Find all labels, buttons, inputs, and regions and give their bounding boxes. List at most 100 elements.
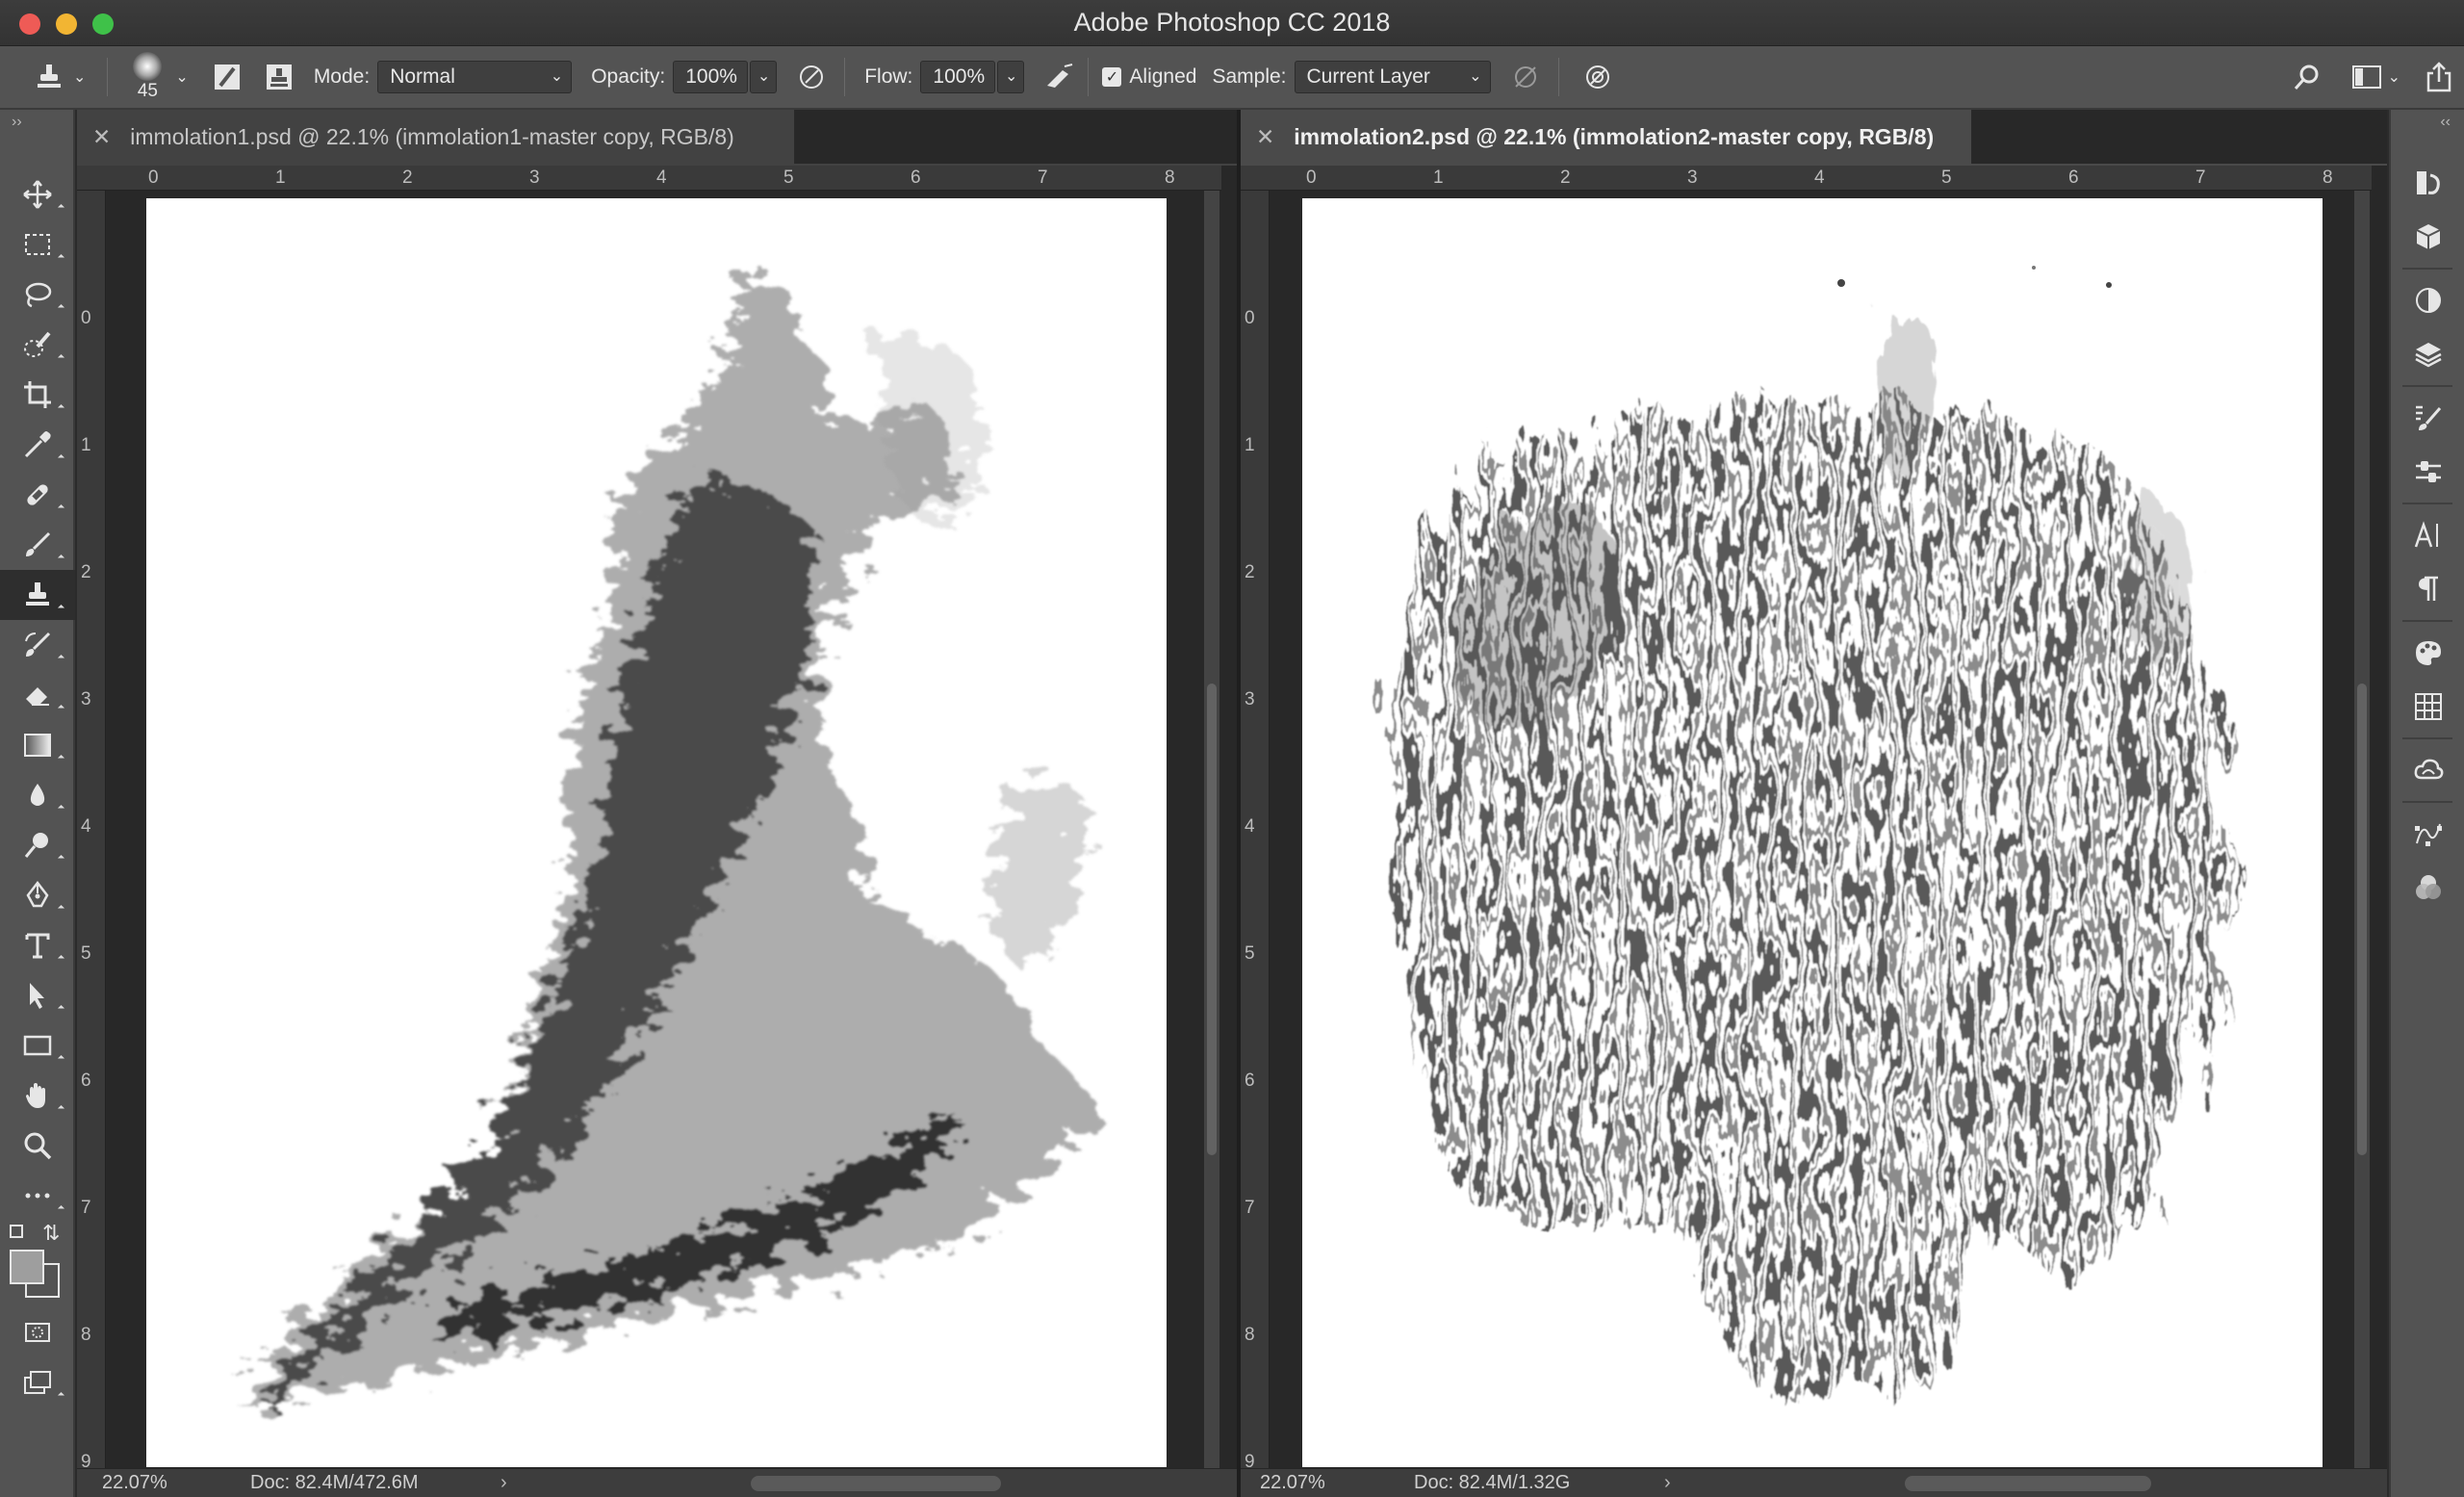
type-tool[interactable] bbox=[0, 920, 75, 970]
paths-panel-button[interactable] bbox=[2391, 807, 2464, 861]
tools-panel: ›› ⇅ bbox=[0, 110, 75, 1497]
more-tools[interactable] bbox=[0, 1171, 75, 1221]
pen-tool[interactable] bbox=[0, 870, 75, 920]
history-brush-tool[interactable] bbox=[0, 620, 75, 670]
brush-panel-toggle[interactable] bbox=[208, 58, 246, 96]
workspace-switcher[interactable] bbox=[2348, 58, 2386, 96]
horizontal-scrollbar-thumb[interactable] bbox=[1905, 1476, 2151, 1491]
ruler-label: 2 bbox=[81, 562, 91, 582]
default-colors-icon[interactable] bbox=[10, 1225, 23, 1238]
vertical-scrollbar[interactable] bbox=[2354, 191, 2370, 1468]
hand-tool[interactable] bbox=[0, 1071, 75, 1121]
brush-panel-icon bbox=[214, 65, 240, 90]
zoom-window-button[interactable] bbox=[92, 13, 114, 35]
swatches-panel-button[interactable] bbox=[2391, 626, 2464, 680]
document-tab-2[interactable]: ✕ immolation2.psd @ 22.1% (immolation2-m… bbox=[1241, 110, 1972, 164]
paragraph-panel-button[interactable] bbox=[2391, 562, 2464, 616]
tool-preset-picker[interactable]: ⌄ bbox=[33, 61, 86, 93]
bandage-icon bbox=[27, 484, 48, 505]
close-tab-icon[interactable]: ✕ bbox=[92, 124, 111, 150]
brush-tool[interactable] bbox=[0, 520, 75, 570]
blur-tool[interactable] bbox=[0, 770, 75, 820]
pressure-opacity-button[interactable] bbox=[792, 58, 831, 96]
pasteboard-left bbox=[1270, 191, 1302, 1468]
adjustments-panel-button[interactable] bbox=[2391, 273, 2464, 327]
libraries-panel-button[interactable] bbox=[2391, 743, 2464, 797]
patterns-panel-button[interactable] bbox=[2391, 680, 2464, 734]
submenu-indicator bbox=[57, 503, 65, 512]
collapse-toolbox-icon[interactable]: ›› bbox=[0, 110, 73, 137]
aligned-checkbox[interactable]: ✓ Aligned bbox=[1102, 65, 1196, 89]
opacity-slider-toggle[interactable]: ⌄ bbox=[750, 61, 778, 93]
ruler-label: 7 bbox=[2195, 168, 2206, 188]
share-button[interactable] bbox=[2420, 58, 2458, 96]
swatches-icon bbox=[2416, 641, 2441, 665]
flow-slider-toggle[interactable]: ⌄ bbox=[997, 61, 1025, 93]
scrollbar-thumb[interactable] bbox=[1207, 684, 1217, 1155]
collapse-dock-icon[interactable]: ‹‹ bbox=[2391, 110, 2464, 137]
airbrush-button[interactable] bbox=[1040, 58, 1078, 96]
opacity-input[interactable]: 100% bbox=[673, 61, 749, 93]
ignore-adjustment-layers-button[interactable] bbox=[1506, 58, 1545, 96]
quick-select-tool[interactable] bbox=[0, 320, 75, 370]
divider bbox=[2402, 503, 2452, 504]
marquee-tool[interactable] bbox=[0, 219, 75, 270]
flow-input[interactable]: 100% bbox=[920, 61, 996, 93]
minimize-window-button[interactable] bbox=[56, 13, 77, 35]
eraser-tool[interactable] bbox=[0, 670, 75, 720]
quick-mask-button[interactable] bbox=[0, 1307, 75, 1357]
document-tab-label: immolation2.psd @ 22.1% (immolation2-mas… bbox=[1294, 123, 1935, 149]
clone-source-toggle[interactable] bbox=[260, 58, 298, 96]
ruler-label: 2 bbox=[402, 168, 413, 188]
chevron-down-icon[interactable]: ⌄ bbox=[175, 67, 188, 87]
move-tool[interactable] bbox=[0, 169, 75, 219]
swap-colors-icon[interactable]: ⇅ bbox=[42, 1221, 60, 1246]
gradient-tool[interactable] bbox=[0, 720, 75, 770]
submenu-indicator bbox=[57, 804, 65, 813]
close-tab-icon[interactable]: ✕ bbox=[1256, 124, 1274, 150]
divider bbox=[2402, 620, 2452, 622]
document-canvas-2[interactable] bbox=[1302, 198, 2323, 1467]
path-select-tool[interactable] bbox=[0, 970, 75, 1020]
character-panel-button[interactable] bbox=[2391, 508, 2464, 562]
submenu-indicator bbox=[57, 203, 65, 212]
chevron-right-icon[interactable]: › bbox=[1664, 1472, 1671, 1494]
scrollbar-thumb[interactable] bbox=[2357, 684, 2367, 1155]
clone-stamp-tool[interactable] bbox=[0, 570, 75, 620]
dodge-tool[interactable] bbox=[0, 820, 75, 870]
channels-panel-button[interactable] bbox=[2391, 861, 2464, 915]
document-tab-1[interactable]: ✕ immolation1.psd @ 22.1% (immolation1-m… bbox=[77, 110, 795, 164]
sample-dropdown[interactable]: Current Layer ⌄ bbox=[1294, 61, 1491, 93]
history-panel-button[interactable] bbox=[2391, 156, 2464, 210]
chevron-right-icon[interactable]: › bbox=[500, 1472, 507, 1494]
brush-settings-panel-button[interactable] bbox=[2391, 391, 2464, 445]
vertical-scrollbar[interactable] bbox=[1204, 191, 1219, 1468]
submenu-indicator bbox=[57, 403, 65, 412]
zoom-level[interactable]: 22.07% bbox=[77, 1472, 173, 1494]
workspace-icon bbox=[2351, 65, 2381, 89]
3d-panel-button[interactable] bbox=[2391, 210, 2464, 264]
zoom-level[interactable]: 22.07% bbox=[1241, 1472, 1337, 1494]
eraser-icon bbox=[26, 687, 49, 706]
pressure-size-button[interactable] bbox=[1578, 58, 1617, 96]
lasso-tool[interactable] bbox=[0, 270, 75, 320]
shape-tool[interactable] bbox=[0, 1020, 75, 1071]
ruler-label: 3 bbox=[81, 689, 91, 710]
zoom-tool[interactable] bbox=[0, 1121, 75, 1171]
close-window-button[interactable] bbox=[19, 13, 40, 35]
foreground-color-swatch[interactable] bbox=[10, 1250, 44, 1284]
submenu-indicator bbox=[57, 754, 65, 762]
document-canvas-1[interactable] bbox=[146, 198, 1167, 1467]
layers-panel-button[interactable] bbox=[2391, 327, 2464, 381]
crop-tool[interactable] bbox=[0, 370, 75, 420]
search-button[interactable] bbox=[2288, 58, 2326, 96]
horizontal-scrollbar-thumb[interactable] bbox=[751, 1476, 1001, 1491]
brush-size-picker[interactable]: 45 bbox=[133, 52, 163, 102]
eyedropper-tool[interactable] bbox=[0, 420, 75, 470]
brush-presets-panel-button[interactable] bbox=[2391, 445, 2464, 499]
screen-mode-button[interactable] bbox=[0, 1357, 75, 1407]
paths-icon bbox=[2415, 823, 2442, 846]
mode-dropdown[interactable]: Normal ⌄ bbox=[377, 61, 573, 93]
chevron-down-icon[interactable]: ⌄ bbox=[2388, 67, 2400, 87]
healing-tool[interactable] bbox=[0, 470, 75, 520]
